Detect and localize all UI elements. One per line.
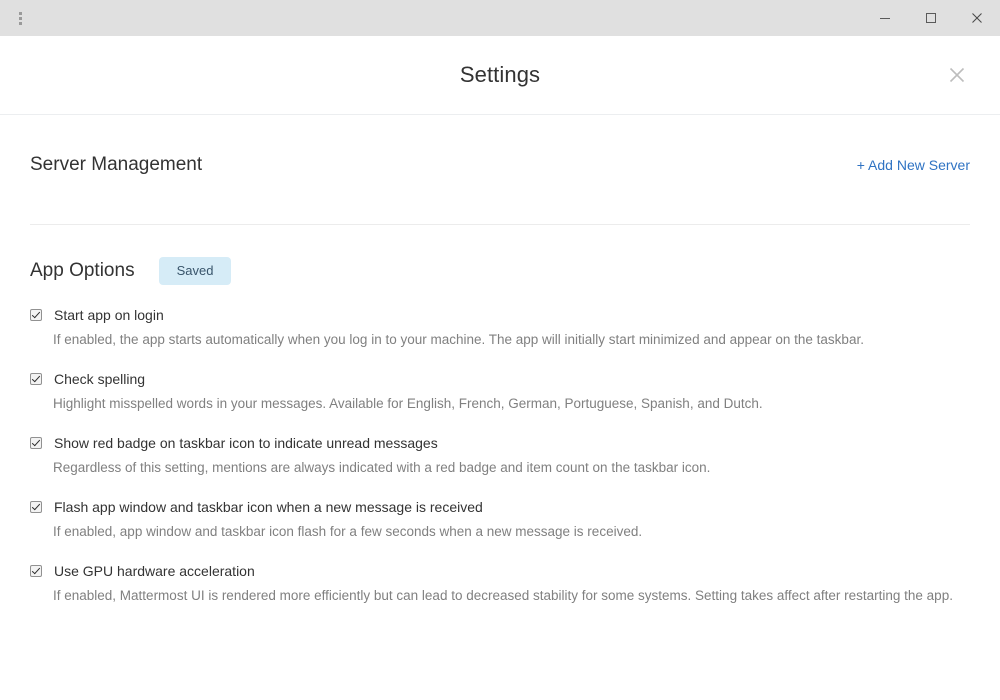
option-label-line: Check spelling (30, 370, 970, 388)
app-options-title: App Options (30, 260, 135, 281)
option-description: Highlight misspelled words in your messa… (53, 396, 763, 411)
checkbox-flash-app-window[interactable] (30, 501, 42, 513)
option-label[interactable]: Start app on login (54, 306, 164, 324)
window-controls (862, 0, 1000, 36)
maximize-button[interactable] (908, 0, 954, 36)
option-row-check-spelling: Check spelling Highlight misspelled word… (30, 370, 970, 414)
option-label-line: Start app on login (30, 306, 970, 324)
option-label[interactable]: Check spelling (54, 370, 145, 388)
option-label[interactable]: Flash app window and taskbar icon when a… (54, 498, 483, 516)
option-description: Regardless of this setting, mentions are… (53, 460, 711, 475)
titlebar-left-group (0, 8, 30, 28)
kebab-dot (18, 21, 22, 25)
option-row-start-app-on-login: Start app on login If enabled, the app s… (30, 306, 970, 350)
server-management-section: Server Management + Add New Server (30, 115, 970, 225)
app-options-section: App Options Saved Start app on login If … (30, 225, 970, 606)
saved-status-badge: Saved (158, 257, 232, 285)
app-options-list: Start app on login If enabled, the app s… (30, 306, 970, 606)
server-management-header-row: Server Management + Add New Server (30, 153, 970, 177)
window-titlebar (0, 0, 1000, 36)
settings-content: Server Management + Add New Server App O… (0, 115, 1000, 606)
option-label-line: Use GPU hardware acceleration (30, 562, 970, 580)
option-label-line: Show red badge on taskbar icon to indica… (30, 434, 970, 452)
option-label[interactable]: Use GPU hardware acceleration (54, 562, 255, 580)
option-description: If enabled, Mattermost UI is rendered mo… (53, 588, 953, 603)
option-description: If enabled, app window and taskbar icon … (53, 524, 643, 539)
option-row-gpu-hardware-acceleration: Use GPU hardware acceleration If enabled… (30, 562, 970, 606)
page-title: Settings (459, 62, 541, 87)
checkbox-gpu-hardware-acceleration[interactable] (30, 565, 42, 577)
kebab-dot (18, 16, 22, 20)
option-label[interactable]: Show red badge on taskbar icon to indica… (54, 434, 438, 452)
close-window-button[interactable] (954, 0, 1000, 36)
checkbox-start-app-on-login[interactable] (30, 309, 42, 321)
kebab-menu-icon[interactable] (10, 8, 30, 28)
settings-modal-header: Settings (0, 36, 1000, 115)
kebab-dot (18, 11, 22, 15)
option-row-show-red-badge: Show red badge on taskbar icon to indica… (30, 434, 970, 478)
add-new-server-link[interactable]: + Add New Server (857, 155, 970, 175)
checkbox-show-red-badge[interactable] (30, 437, 42, 449)
app-options-header-row: App Options Saved (30, 257, 970, 285)
server-management-title: Server Management (30, 154, 203, 175)
close-icon[interactable] (944, 62, 970, 88)
option-description: If enabled, the app starts automatically… (53, 332, 864, 347)
option-row-flash-app-window: Flash app window and taskbar icon when a… (30, 498, 970, 542)
option-label-line: Flash app window and taskbar icon when a… (30, 498, 970, 516)
checkbox-check-spelling[interactable] (30, 373, 42, 385)
minimize-button[interactable] (862, 0, 908, 36)
